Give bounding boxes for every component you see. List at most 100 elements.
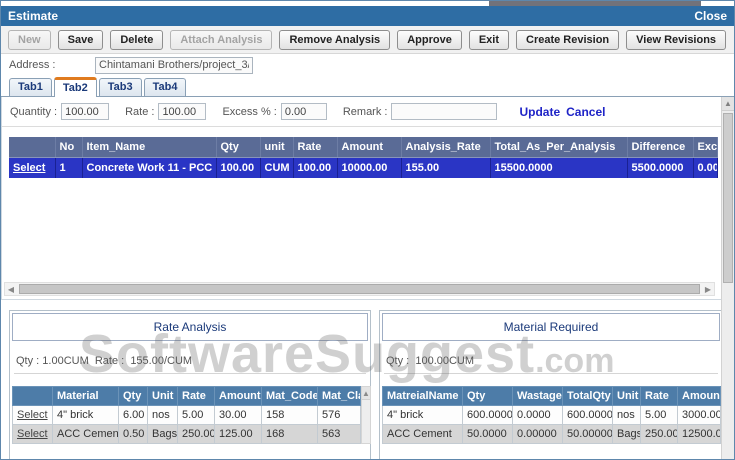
mr-col-totalqty: TotalQty: [562, 386, 613, 406]
mr-cell: 600.0000: [562, 405, 613, 425]
ra-cell: 0.50: [118, 424, 148, 444]
rate-analysis-qty-line: Qty : 1.00CUM Rate : 155.00/CUM: [16, 355, 193, 367]
mr-col-matreialname: MatreialName: [382, 386, 463, 406]
table-row-selected: Select 1 Concrete Work 11 - PCC 100.00 C…: [9, 157, 718, 178]
tabstrip: Tab1 Tab2 Tab3 Tab4: [1, 76, 734, 97]
mr-cell: 5.00: [640, 405, 678, 425]
col-analysis-rate: Analysis_Rate: [401, 137, 491, 158]
mr-cell: 0.0000: [512, 405, 563, 425]
address-input[interactable]: [95, 56, 253, 74]
mr-cell: 12500.0: [677, 424, 721, 444]
mr-col-amount: Amount: [677, 386, 721, 406]
quantity-input[interactable]: [61, 103, 110, 120]
vscroll-thumb[interactable]: [723, 113, 733, 283]
tab-3[interactable]: Tab3: [98, 78, 142, 96]
view-revisions-button[interactable]: View Revisions: [626, 29, 727, 50]
ra-cell: 6.00: [118, 405, 148, 425]
tab-1[interactable]: Tab1: [9, 78, 52, 96]
grid-area: Quantity : Rate : Excess % : Remark : Up…: [1, 97, 721, 300]
col-item-name: Item_Name: [82, 137, 217, 158]
select-link[interactable]: Select: [17, 409, 48, 421]
create-revision-button[interactable]: Create Revision: [516, 29, 620, 50]
tab-4[interactable]: Tab4: [143, 78, 187, 96]
delete-button[interactable]: Delete: [110, 29, 164, 50]
mr-cell: ACC Cement: [382, 424, 463, 444]
excess-input[interactable]: [280, 103, 327, 120]
quantity-label: Quantity :: [10, 105, 58, 118]
material-required-header-row: MatreialName Qty Wastage TotalQty Unit R…: [382, 386, 721, 406]
material-required-qty-line: Qty : 100.00CUM: [386, 355, 475, 367]
mr-cell: 50.00000: [562, 424, 613, 444]
address-row: Address :: [1, 54, 734, 76]
ra-col-qty: Qty: [118, 386, 148, 406]
estimate-items-table: No Item_Name Qty unit Rate Amount Analys…: [9, 137, 718, 178]
ra-cell: 5.00: [177, 405, 215, 425]
mr-cell: 4" brick: [382, 405, 463, 425]
ra-col-select: [12, 386, 53, 406]
ra-cell: 30.00: [214, 405, 262, 425]
ra-col-rate: Rate: [177, 386, 215, 406]
scroll-left-icon[interactable]: ◀: [5, 285, 17, 294]
mr-cell: 50.0000: [462, 424, 513, 444]
new-button[interactable]: New: [8, 29, 51, 50]
rate-input[interactable]: [158, 103, 207, 120]
hscroll-thumb[interactable]: [19, 284, 700, 294]
rate-analysis-title: Rate Analysis: [12, 313, 368, 341]
mr-cell: 250.00: [640, 424, 678, 444]
edit-form-row: Quantity : Rate : Excess % : Remark : Up…: [2, 97, 721, 127]
tab-2[interactable]: Tab2: [53, 77, 97, 97]
rate-label: Rate :: [125, 105, 155, 118]
top-strip: [1, 1, 734, 6]
approve-button[interactable]: Approve: [397, 29, 462, 50]
ra-cell: nos: [147, 405, 178, 425]
update-link[interactable]: Update: [519, 105, 560, 119]
mr-col-rate: Rate: [640, 386, 678, 406]
remove-analysis-button[interactable]: Remove Analysis: [279, 29, 391, 50]
titlebar: Estimate Close: [1, 6, 734, 26]
cancel-link[interactable]: Cancel: [566, 105, 605, 119]
scroll-right-icon[interactable]: ▶: [702, 285, 714, 294]
estimate-window: Estimate Close New Save Delete Attach An…: [0, 0, 735, 460]
select-link[interactable]: Select: [17, 428, 48, 440]
ra-cell: 125.00: [214, 424, 262, 444]
ra-col-mat-class: Mat_Class: [317, 386, 361, 406]
col-unit: unit: [260, 137, 294, 158]
ra-cell: 158: [261, 405, 318, 425]
material-required-panel: Material Required Qty : 100.00CUM Matrei…: [379, 310, 723, 459]
save-button[interactable]: Save: [57, 29, 104, 50]
ra-col-mat-code: Mat_Code: [261, 386, 318, 406]
cell-unit: CUM: [260, 157, 294, 178]
attach-analysis-button[interactable]: Attach Analysis: [170, 29, 273, 50]
rate-analysis-panel: Rate Analysis Qty : 1.00CUM Rate : 155.0…: [9, 310, 371, 459]
remark-input[interactable]: [391, 103, 498, 120]
cell-qty: 100.00: [216, 157, 261, 178]
col-amount: Amount: [337, 137, 402, 158]
scroll-up-icon[interactable]: ▲: [722, 97, 734, 111]
close-button[interactable]: Close: [694, 9, 727, 23]
cell-item-name: Concrete Work 11 - PCC: [82, 157, 217, 178]
rate-analysis-scrollbar: ▲: [361, 386, 371, 444]
material-required-title: Material Required: [382, 313, 720, 341]
top-watermark-remnant: [489, 1, 701, 6]
scroll-up-icon[interactable]: ▲: [362, 387, 370, 400]
col-total-as-per-analysis: Total_As_Per_Analysis: [490, 137, 628, 158]
material-required-table: MatreialName Qty Wastage TotalQty Unit R…: [382, 386, 721, 444]
mr-col-wastage: Wastage: [512, 386, 563, 406]
ra-cell: 250.00: [177, 424, 215, 444]
mr-cell: Bags: [612, 424, 641, 444]
ra-cell: 563: [317, 424, 361, 444]
bottom-panels: Rate Analysis Qty : 1.00CUM Rate : 155.0…: [9, 310, 723, 459]
toolbar: New Save Delete Attach Analysis Remove A…: [1, 26, 734, 54]
table-row: ACC Cement 50.0000 0.00000 50.00000 Bags…: [382, 424, 721, 444]
remark-label: Remark :: [342, 105, 388, 118]
select-link[interactable]: Select: [13, 162, 45, 174]
exit-button[interactable]: Exit: [468, 29, 509, 50]
col-qty: Qty: [216, 137, 261, 158]
cell-analysis-rate: 155.00: [401, 157, 491, 178]
col-no: No: [55, 137, 83, 158]
mr-cell: 3000.00: [677, 405, 721, 425]
ra-cell: Bags: [147, 424, 178, 444]
col-excess: Excess_P: [693, 137, 718, 158]
cell-rate: 100.00: [293, 157, 338, 178]
col-rate: Rate: [293, 137, 338, 158]
